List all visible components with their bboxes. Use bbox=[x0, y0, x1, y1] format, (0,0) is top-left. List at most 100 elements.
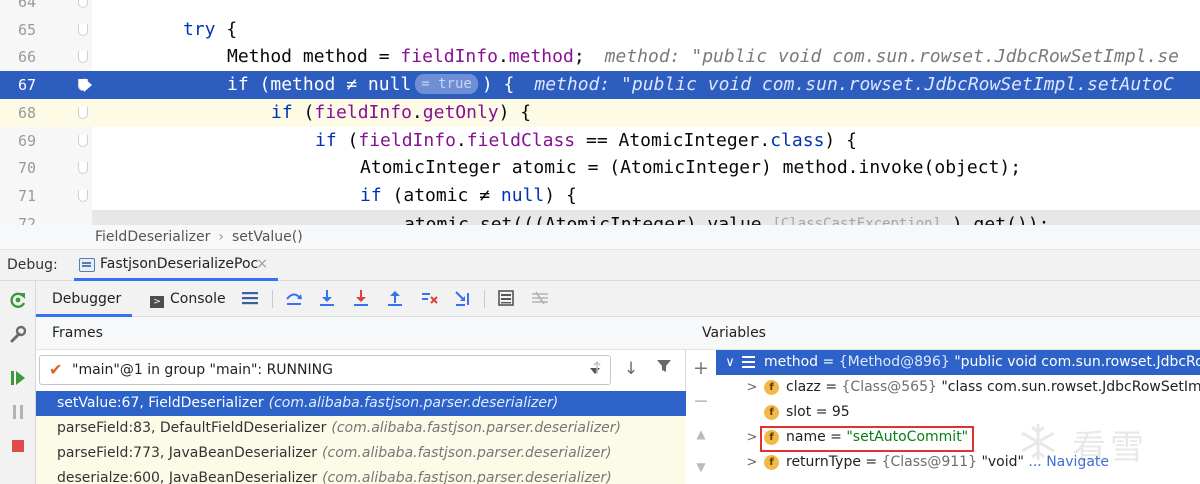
code-token: ) { bbox=[481, 74, 515, 96]
inline-eval-badge: = true bbox=[415, 74, 478, 95]
variable-row[interactable]: > f returnType = {Class@911} "void" ... Na… bbox=[716, 450, 1200, 475]
variables-header: Variables bbox=[686, 317, 1200, 350]
fold-marker-icon[interactable] bbox=[78, 134, 88, 147]
code-token: fieldClass bbox=[466, 129, 576, 151]
frame-row[interactable]: setValue:67, FieldDeserializer (com.aliba… bbox=[36, 391, 686, 416]
code-line[interactable]: 69 if (fieldInfo.fieldClass == AtomicInte… bbox=[0, 127, 1200, 155]
field-icon: f bbox=[764, 405, 779, 420]
variable-row[interactable]: > f clazz = {Class@565} "class com.sun.row… bbox=[716, 375, 1200, 400]
code-token: . bbox=[497, 46, 509, 68]
add-watch-icon[interactable]: + bbox=[691, 358, 711, 378]
code-line[interactable]: 64 bbox=[0, 0, 1200, 16]
code-token: if bbox=[360, 184, 382, 206]
code-line[interactable]: 70 AtomicInteger atomic = (AtomicInteger)… bbox=[0, 154, 1200, 182]
line-number: 68 bbox=[17, 103, 36, 122]
code-token: ).get()); bbox=[941, 213, 1050, 225]
next-frame-icon[interactable]: ↓ bbox=[620, 358, 642, 380]
evaluate-expression-icon[interactable] bbox=[496, 289, 516, 309]
chevron-right-icon[interactable]: > bbox=[746, 450, 758, 475]
drop-frame-icon[interactable] bbox=[419, 289, 439, 309]
menu-icon[interactable] bbox=[240, 289, 260, 309]
variable-ref: {Class@565} bbox=[841, 379, 937, 395]
debug-session-name: FastjsonDeserializePoc bbox=[100, 256, 259, 272]
code-token: atomic.set(((AtomicInteger) value bbox=[404, 213, 773, 225]
debug-tab-bar: Debug: FastjsonDeserializePoc × bbox=[0, 250, 1200, 281]
move-up-icon[interactable]: ▲ bbox=[691, 424, 711, 444]
pause-icon[interactable] bbox=[8, 402, 28, 422]
code-line[interactable]: 72 atomic.set(((AtomicInteger) value [Cla… bbox=[18, 209, 1200, 225]
code-line[interactable]: 71 if (atomic ≠ null) { bbox=[0, 182, 1200, 210]
fold-marker-icon[interactable] bbox=[78, 51, 88, 64]
code-text: if (method ≠ null = true) {method: "publi… bbox=[227, 71, 1174, 99]
tab-debugger[interactable]: Debugger bbox=[36, 281, 132, 317]
variable-row[interactable]: f slot = 95 bbox=[716, 400, 1200, 425]
move-down-icon[interactable]: ▼ bbox=[691, 457, 711, 477]
inline-value-hint: method: "public void com.sun.rowset.Jdbc… bbox=[604, 46, 1180, 68]
stop-icon[interactable] bbox=[8, 436, 28, 456]
fold-marker-icon[interactable] bbox=[78, 162, 88, 175]
variable-value: "public void com.sun.rowset.JdbcRowSe bbox=[954, 354, 1200, 370]
code-editor[interactable]: 64 65 try {66 Method method = fieldInfo.met… bbox=[0, 0, 1200, 225]
close-icon[interactable]: × bbox=[256, 250, 268, 279]
frame-row[interactable]: parseField:83, DefaultFieldDeserializer(… bbox=[36, 416, 686, 441]
chevron-right-icon[interactable]: > bbox=[746, 375, 758, 400]
filter-icon[interactable] bbox=[653, 358, 675, 380]
code-line[interactable]: 65 try { bbox=[0, 16, 1200, 44]
line-number: 71 bbox=[17, 186, 36, 205]
fold-marker-icon[interactable] bbox=[78, 106, 88, 119]
debug-side-toolbar bbox=[0, 281, 36, 484]
chevron-right-icon: › bbox=[218, 229, 224, 245]
debug-label: Debug: bbox=[7, 257, 58, 273]
resume-icon[interactable] bbox=[8, 368, 28, 388]
variable-ref: {Class@911} bbox=[881, 454, 977, 470]
fold-marker-icon[interactable] bbox=[78, 189, 88, 202]
force-step-into-icon[interactable] bbox=[351, 289, 371, 309]
code-token: fieldInfo bbox=[314, 101, 412, 123]
field-icon: f bbox=[764, 380, 779, 395]
run-to-cursor-icon[interactable] bbox=[453, 289, 473, 309]
chevron-right-icon[interactable]: > bbox=[746, 425, 758, 450]
code-token: if bbox=[271, 101, 293, 123]
step-over-icon[interactable] bbox=[284, 289, 304, 309]
thread-selector[interactable]: ✔ "main"@1 in group "main": RUNNING bbox=[39, 355, 611, 385]
breadcrumb-method[interactable]: setValue() bbox=[232, 225, 303, 250]
variable-row[interactable]: ∨ method = {Method@896} "public void com.… bbox=[716, 350, 1200, 375]
remove-watch-icon[interactable]: − bbox=[691, 391, 711, 411]
wrench-icon[interactable] bbox=[8, 324, 28, 344]
trace-icon[interactable] bbox=[530, 289, 550, 309]
tab-console[interactable]: > Console bbox=[148, 281, 238, 317]
tab-console-label: Console bbox=[170, 291, 226, 307]
code-token: . bbox=[455, 129, 467, 151]
variable-value: 95 bbox=[831, 404, 850, 420]
code-token: fieldInfo bbox=[400, 46, 498, 68]
line-number: 72 bbox=[17, 214, 36, 225]
variable-value: "void" bbox=[981, 454, 1024, 470]
frame-row[interactable]: parseField:773, JavaBeanDeserializer (com… bbox=[36, 441, 686, 466]
code-line[interactable]: 66 Method method = fieldInfo.method; metho… bbox=[0, 43, 1200, 71]
code-token: getOnly bbox=[422, 101, 499, 123]
variable-ref: {Method@896} bbox=[838, 354, 950, 370]
rerun-icon[interactable] bbox=[8, 290, 28, 310]
code-token: AtomicInteger atomic = (AtomicInteger) m… bbox=[360, 157, 1022, 179]
code-token: fieldInfo bbox=[358, 129, 456, 151]
chevron-down-icon[interactable]: ∨ bbox=[724, 350, 736, 375]
debug-session-tab[interactable]: FastjsonDeserializePoc × bbox=[74, 250, 278, 281]
step-out-icon[interactable] bbox=[385, 289, 405, 309]
variable-name: slot bbox=[786, 404, 812, 420]
navigate-link[interactable]: ... Navigate bbox=[1024, 454, 1109, 470]
frame-row[interactable]: deserialze:600, JavaBeanDeserializer (com… bbox=[36, 466, 686, 484]
code-line[interactable]: 67 if (method ≠ null = true) {method: "pub… bbox=[0, 71, 1200, 100]
previous-frame-icon[interactable]: ↑ bbox=[586, 358, 608, 380]
code-line[interactable]: 68 if (fieldInfo.getOnly) { bbox=[0, 98, 1200, 127]
toolbar-separator bbox=[484, 290, 485, 308]
code-token: (atomic ≠ bbox=[381, 184, 501, 206]
breadcrumb-class[interactable]: FieldDeserializer bbox=[95, 225, 210, 250]
code-text: Method method = fieldInfo.method; method:… bbox=[227, 43, 1179, 71]
console-icon: > bbox=[150, 296, 164, 308]
variable-name: method bbox=[764, 354, 819, 370]
variable-text: clazz = {Class@565} "class com.sun.rowse… bbox=[786, 375, 1200, 400]
step-into-icon[interactable] bbox=[317, 289, 337, 309]
fold-marker-icon[interactable] bbox=[78, 23, 88, 36]
fold-marker-icon[interactable] bbox=[78, 0, 88, 8]
frames-panel: Frames ✔ "main"@1 in group "main": RUNNI… bbox=[36, 317, 686, 484]
